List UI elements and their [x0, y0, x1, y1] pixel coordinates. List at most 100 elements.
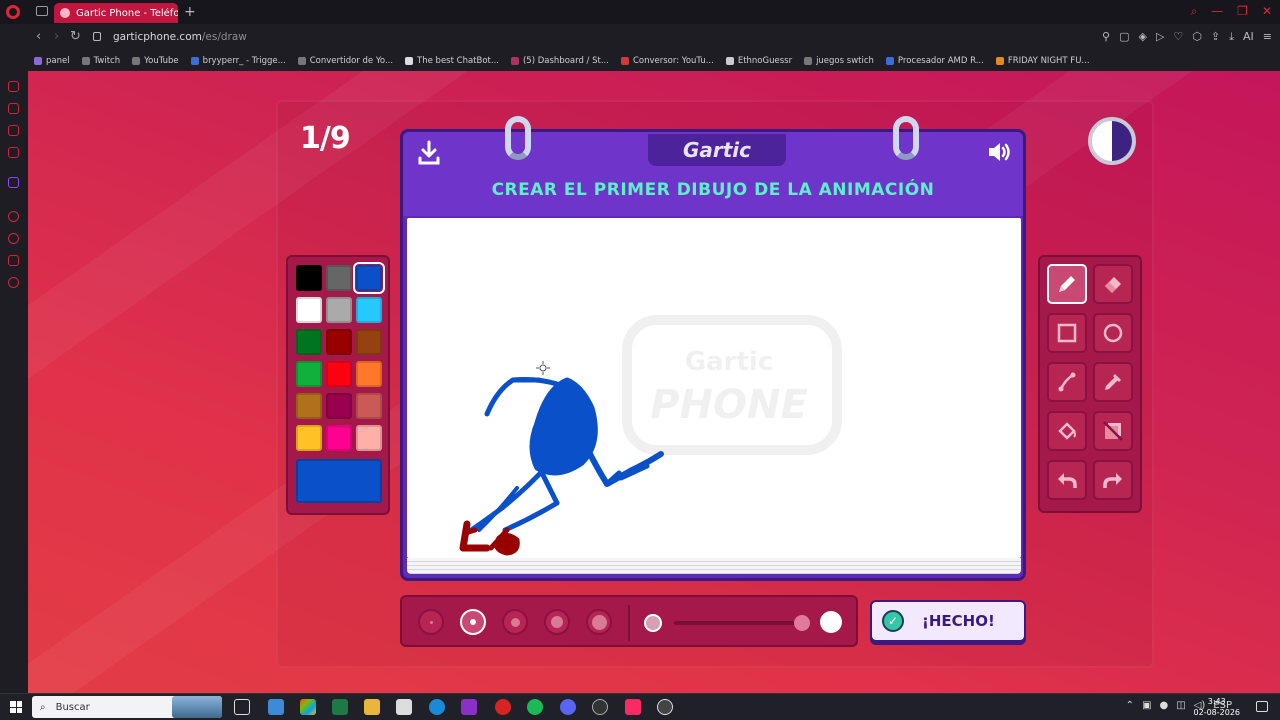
bookmark-item[interactable]: panel [34, 56, 70, 66]
sidebar-extensions-icon[interactable] [8, 255, 19, 266]
eyedropper-tool[interactable] [1093, 362, 1133, 402]
color-swatch[interactable] [296, 425, 322, 451]
color-swatch[interactable] [356, 393, 382, 419]
color-swatch[interactable] [296, 297, 322, 323]
opera-logo-icon[interactable] [6, 5, 20, 19]
color-swatch[interactable] [326, 297, 352, 323]
bookmark-heart-icon[interactable]: ♡ [1173, 30, 1183, 44]
brush-size-5[interactable] [586, 609, 612, 635]
bookmark-item[interactable]: Procesador AMD R... [885, 56, 984, 66]
color-swatch[interactable] [326, 393, 352, 419]
task-view-icon[interactable] [234, 699, 250, 715]
color-swatch[interactable] [296, 265, 322, 291]
color-swatch[interactable] [326, 329, 352, 355]
opera-taskbar-icon[interactable] [461, 699, 477, 715]
sidebar-news-icon[interactable] [8, 147, 19, 158]
sidebar-history-icon[interactable] [8, 233, 19, 244]
opacity-slider[interactable] [674, 621, 804, 625]
color-swatch[interactable] [353, 262, 385, 294]
sidebar-player-icon[interactable] [8, 211, 19, 222]
clear-layer-tool[interactable] [1093, 411, 1133, 451]
bookmark-item[interactable]: (5) Dashboard / St... [510, 56, 609, 66]
color-swatch[interactable] [326, 361, 352, 387]
redo-tool[interactable] [1093, 460, 1133, 500]
sidebar-aria-icon[interactable] [8, 81, 19, 92]
color-swatch[interactable] [356, 425, 382, 451]
bookmark-item[interactable]: Twitch [81, 56, 120, 66]
maximize-button[interactable]: ❐ [1237, 4, 1248, 19]
tray-app-icon[interactable]: ▣ [1142, 700, 1151, 711]
color-swatch[interactable] [356, 361, 382, 387]
tray-overflow-icon[interactable]: ⌃ [1126, 700, 1134, 711]
excel-icon[interactable] [332, 699, 348, 715]
media-player-icon[interactable] [657, 699, 673, 715]
color-swatch[interactable] [296, 329, 322, 355]
sidebar-settings-icon[interactable] [8, 277, 19, 288]
vpn-icon[interactable]: ◈ [1138, 30, 1146, 44]
network-icon[interactable]: ◫ [1176, 700, 1185, 711]
tab-menu-icon[interactable] [36, 6, 48, 16]
new-tab-button[interactable]: + [184, 4, 196, 20]
ellipse-tool[interactable] [1093, 313, 1133, 353]
widgets-icon[interactable] [268, 699, 284, 715]
sound-icon[interactable] [987, 140, 1013, 164]
youtube-music-icon[interactable] [495, 699, 511, 715]
color-swatch[interactable] [356, 297, 382, 323]
rectangle-tool[interactable] [1047, 313, 1087, 353]
snapshot-icon[interactable]: ▢ [1119, 30, 1129, 44]
brush-size-4[interactable] [544, 609, 570, 635]
downloads-icon[interactable]: ⤓ [1229, 30, 1234, 44]
store-icon[interactable] [396, 699, 412, 715]
bookmark-item[interactable]: YouTube [132, 56, 179, 66]
undo-tool[interactable] [1047, 460, 1087, 500]
sidebar-twitch-icon[interactable] [8, 177, 19, 188]
url-field[interactable]: garticphone.com/es/draw [113, 31, 247, 43]
windows-start-icon[interactable] [10, 701, 22, 713]
download-icon[interactable] [417, 140, 441, 166]
discord-icon[interactable] [560, 699, 576, 715]
brush-size-2[interactable] [460, 609, 486, 635]
eraser-tool[interactable] [1093, 264, 1133, 304]
search-tabs-icon[interactable]: ⌕ [1190, 4, 1197, 19]
notifications-icon[interactable] [1256, 701, 1268, 712]
spotify-icon[interactable] [527, 699, 543, 715]
bookmark-item[interactable]: Conversor: YouTu... [620, 56, 714, 66]
drawing-canvas[interactable]: Gartic PHONE [407, 218, 1021, 558]
minimize-button[interactable]: — [1211, 4, 1223, 19]
github-icon[interactable] [592, 699, 608, 715]
copilot-icon[interactable] [300, 699, 316, 715]
tab-gartic-phone[interactable]: Gartic Phone - Teléfono De [54, 3, 178, 23]
bookmark-item[interactable]: EthnoGuessr [725, 56, 792, 66]
bookmark-item[interactable]: The best ChatBot... [405, 56, 499, 66]
reload-button[interactable]: ↻ [70, 29, 81, 44]
menu-icon[interactable]: ≡ [1263, 30, 1272, 44]
extensions-icon[interactable]: ⬡ [1192, 30, 1202, 44]
bookmark-item[interactable]: juegos swtich [804, 56, 874, 66]
fill-tool[interactable] [1047, 411, 1087, 451]
forward-button[interactable]: › [54, 29, 59, 44]
color-swatch[interactable] [356, 329, 382, 355]
mic-icon[interactable]: ● [1160, 700, 1169, 711]
search-highlight-image[interactable] [172, 696, 222, 718]
brush-size-3[interactable] [502, 609, 528, 635]
tiktok-icon[interactable] [625, 699, 641, 715]
system-clock[interactable]: 3:43 02-08-2026 [1194, 696, 1241, 718]
edge-icon[interactable] [429, 699, 445, 715]
bookmark-item[interactable]: FRIDAY NIGHT FU... [995, 56, 1090, 66]
opacity-slider-handle[interactable] [794, 615, 810, 631]
share-icon[interactable]: ⇪ [1211, 30, 1220, 44]
color-swatch[interactable] [296, 393, 322, 419]
brush-size-1[interactable] [418, 609, 444, 635]
sidebar-messenger-icon[interactable] [8, 103, 19, 114]
color-swatch[interactable] [326, 425, 352, 451]
bookmark-item[interactable]: Convertidor de Yo... [297, 56, 393, 66]
pin-icon[interactable]: ⚲ [1102, 30, 1110, 44]
bookmark-item[interactable]: bryyperr_ - Trigge... [190, 56, 286, 66]
color-swatch[interactable] [326, 265, 352, 291]
close-window-button[interactable]: ✕ [1262, 4, 1272, 19]
line-tool[interactable] [1047, 362, 1087, 402]
sidebar-chat-icon[interactable] [8, 125, 19, 136]
done-button[interactable]: ✓ ¡HECHO! [870, 600, 1026, 642]
pencil-tool[interactable] [1047, 264, 1087, 304]
color-swatch[interactable] [296, 361, 322, 387]
